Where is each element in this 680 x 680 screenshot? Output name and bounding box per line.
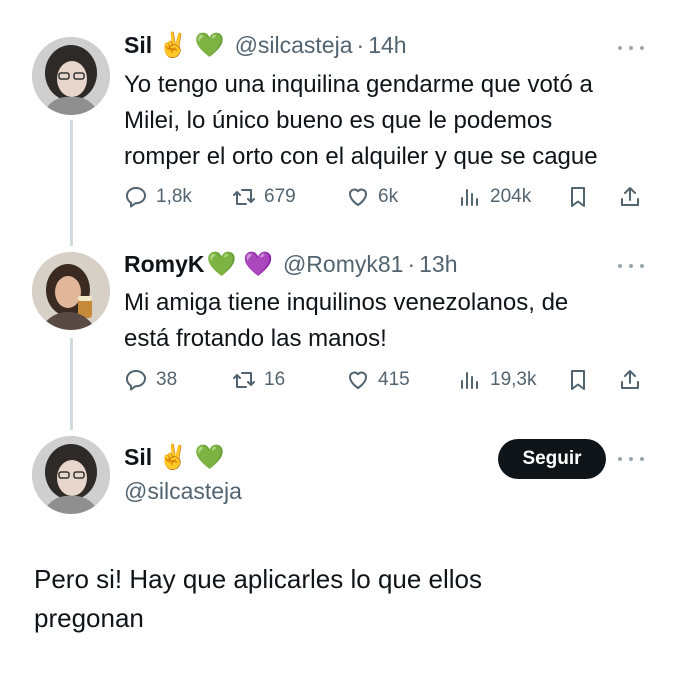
name-emojis: ✌️ 💚 xyxy=(158,31,225,59)
reply-count: 1,8k xyxy=(156,186,192,207)
retweet-icon xyxy=(233,189,255,205)
timestamp[interactable]: 14h xyxy=(368,32,406,59)
tweet-header: RomyK 💚 💜 @Romyk81 · 13h xyxy=(124,251,458,278)
reply-button[interactable]: 38 xyxy=(124,365,177,395)
handle[interactable]: @silcasteja xyxy=(235,32,353,59)
reply-icon xyxy=(126,370,146,391)
bookmark-icon xyxy=(571,187,585,207)
display-name[interactable]: RomyK xyxy=(124,251,205,278)
tweet-text: Mi amiga tiene inquilinos venezolanos, d… xyxy=(124,285,568,357)
handle[interactable]: @silcasteja xyxy=(124,478,242,505)
bookmark-button[interactable] xyxy=(566,182,590,212)
view-count: 19,3k xyxy=(490,369,537,390)
views-icon xyxy=(461,372,478,389)
avatar[interactable] xyxy=(32,37,110,115)
retweet-button[interactable]: 679 xyxy=(232,182,296,212)
action-bar: 38 16 415 19,3k xyxy=(124,365,644,395)
like-count: 415 xyxy=(378,369,410,390)
more-icon[interactable] xyxy=(618,261,644,271)
main-tweet-text-line: Pero si! Hay que aplicarles lo que ellos xyxy=(34,564,483,594)
display-name[interactable]: Sil xyxy=(124,444,152,471)
name-emojis: 💚 💜 xyxy=(206,250,273,278)
bookmark-button[interactable] xyxy=(566,365,590,395)
name-emojis: ✌️ 💚 xyxy=(158,443,225,471)
action-bar: 1,8k 679 6k 204k xyxy=(124,182,644,212)
heart-icon xyxy=(349,371,367,389)
like-count: 6k xyxy=(378,186,399,207)
avatar-image xyxy=(32,252,110,330)
reply-button[interactable]: 1,8k xyxy=(124,182,192,212)
tweet-header: Sil ✌️ 💚 @silcasteja · 14h xyxy=(124,32,407,59)
views-button[interactable]: 19,3k xyxy=(458,365,536,395)
avatar-image xyxy=(32,436,110,514)
tweet-text: Yo tengo una inquilina gendarme que votó… xyxy=(124,67,598,175)
display-name[interactable]: Sil xyxy=(124,32,152,59)
main-tweet-text-line: pregonan xyxy=(34,603,144,633)
like-button[interactable]: 415 xyxy=(346,365,410,395)
like-button[interactable]: 6k xyxy=(346,182,398,212)
thread-line xyxy=(70,120,73,246)
timestamp[interactable]: 13h xyxy=(419,251,457,278)
avatar[interactable] xyxy=(32,436,110,514)
thread-line xyxy=(70,338,73,430)
separator-dot: · xyxy=(407,251,416,277)
reply-count: 38 xyxy=(156,369,178,390)
tweet-text-line: Mi amiga tiene inquilinos venezolanos, d… xyxy=(124,289,569,316)
view-count: 204k xyxy=(490,186,532,207)
more-icon[interactable] xyxy=(618,43,644,53)
tweet-text-line: romper el orto con el alquiler y que se … xyxy=(124,143,598,170)
separator-dot: · xyxy=(356,32,365,58)
tweet-text-line: Yo tengo una inquilina gendarme que votó… xyxy=(124,71,593,98)
follow-button[interactable]: Seguir xyxy=(498,439,606,479)
retweet-button[interactable]: 16 xyxy=(232,365,285,395)
views-button[interactable]: 204k xyxy=(458,182,531,212)
bookmark-icon xyxy=(571,370,585,390)
share-button[interactable] xyxy=(618,365,642,395)
main-tweet-header: Sil ✌️ 💚 xyxy=(124,444,225,471)
avatar[interactable] xyxy=(32,252,110,330)
more-icon[interactable] xyxy=(618,454,644,464)
retweet-count: 679 xyxy=(264,186,296,207)
tweet-text-line: está frotando las manos! xyxy=(124,325,387,352)
retweet-count: 16 xyxy=(264,369,286,390)
reply-icon xyxy=(126,187,146,208)
share-icon xyxy=(621,187,639,206)
avatar-image xyxy=(32,37,110,115)
views-icon xyxy=(461,189,478,206)
tweet-text-line: Milei, lo único bueno es que le podemos xyxy=(124,107,553,134)
share-button[interactable] xyxy=(618,182,642,212)
handle[interactable]: @Romyk81 xyxy=(283,251,404,278)
share-icon xyxy=(621,370,639,389)
heart-icon xyxy=(349,188,367,206)
retweet-icon xyxy=(233,372,255,388)
main-tweet-text: Pero si! Hay que aplicarles lo que ellos… xyxy=(34,560,654,638)
